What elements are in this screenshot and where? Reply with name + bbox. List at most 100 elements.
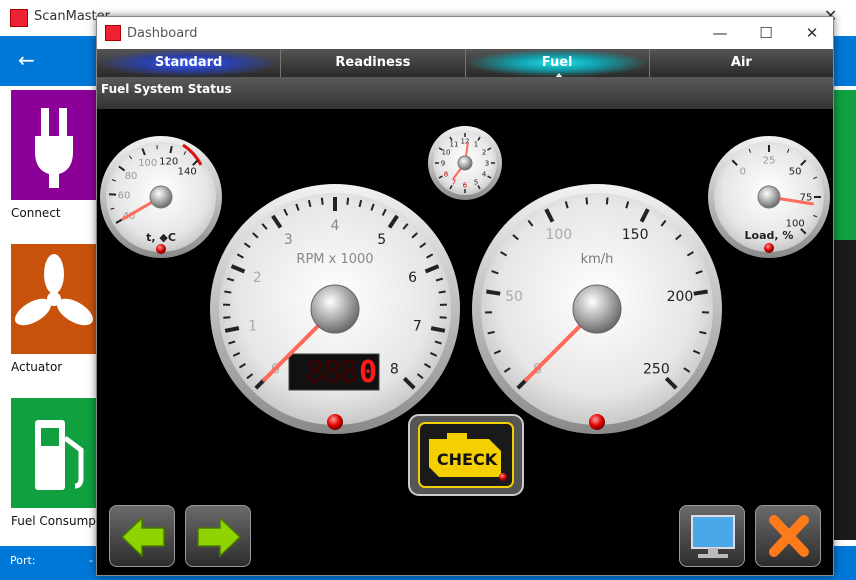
minor-tick	[223, 316, 231, 319]
temperature-led	[156, 244, 166, 254]
load-gauge-label: Load, %	[745, 229, 794, 242]
tick-label: 60	[118, 191, 131, 202]
status-header: Fuel System Status	[97, 77, 833, 109]
tile-actuator-label: Actuator	[11, 360, 63, 374]
tab-readiness[interactable]: Readiness	[281, 49, 466, 77]
tick-label: 50	[505, 289, 523, 305]
minor-tick	[605, 197, 609, 205]
exit-button[interactable]	[755, 505, 821, 567]
tick-label: 100	[138, 158, 157, 169]
major-tick	[693, 289, 708, 296]
tick-label: 8	[390, 361, 399, 377]
tick-label: 6	[408, 270, 417, 286]
tick-label: 150	[622, 227, 649, 243]
close-x-icon	[769, 515, 809, 557]
svg-text:8: 8	[323, 355, 341, 390]
rpm-led	[327, 414, 343, 430]
tick-label: 6	[463, 181, 468, 189]
gauge-panel: 406080100120140 t, ◆C 121234567891011 02…	[100, 126, 830, 496]
load-led	[764, 243, 774, 253]
tick-label: 120	[159, 156, 178, 167]
tick-label: 2	[482, 148, 486, 156]
major-tick	[224, 326, 240, 333]
major-tick	[430, 326, 446, 333]
minor-tick	[224, 290, 232, 294]
tick-label: 100	[786, 219, 805, 230]
tick-label: 4	[482, 170, 487, 178]
tab-air[interactable]: Air	[650, 49, 833, 77]
tick-label: 8	[444, 170, 448, 178]
next-button[interactable]	[185, 505, 251, 567]
bottom-toolbar	[97, 499, 833, 575]
rpm-digital-value: 0	[359, 355, 377, 390]
maximize-icon[interactable]: ☐	[751, 21, 781, 45]
tile-actuator[interactable]	[11, 244, 97, 354]
minor-tick	[346, 197, 350, 205]
minor-tick	[438, 290, 446, 294]
temperature-gauge: 406080100120140 t, ◆C	[100, 136, 222, 258]
previous-button[interactable]	[109, 505, 175, 567]
tick-label: 50	[789, 166, 802, 177]
back-arrow-icon[interactable]: ←	[18, 48, 35, 72]
app-logo-icon	[10, 9, 28, 27]
tab-standard[interactable]: Standard	[97, 49, 282, 77]
tick-label: 3	[284, 232, 293, 248]
window-title: Dashboard	[127, 26, 198, 41]
port-label: Port:	[10, 554, 36, 567]
temperature-gauge-label: t, ◆C	[146, 231, 176, 244]
tick-label: 7	[452, 179, 456, 187]
svg-text:8: 8	[306, 355, 324, 390]
window-logo-icon	[105, 25, 121, 41]
tick-label: 100	[545, 227, 572, 243]
status-title: Fuel System Status	[101, 82, 232, 96]
fuel-pump-icon	[35, 420, 84, 490]
tick-label: 80	[125, 171, 138, 182]
tick-label: 140	[178, 166, 197, 177]
minor-tick	[585, 197, 589, 205]
port-status: Port: -	[10, 554, 93, 567]
plug-icon	[35, 108, 73, 188]
tick-label: 200	[667, 289, 694, 305]
background-right-panel	[834, 90, 856, 540]
tick-label: 25	[763, 156, 776, 167]
dashboard-window: Dashboard — ☐ ✕ Standard Readiness Fuel …	[96, 16, 834, 576]
close-icon[interactable]: ✕	[797, 21, 827, 45]
major-tick	[169, 145, 173, 154]
tick-label: 4	[331, 218, 340, 234]
arrow-left-icon	[120, 516, 165, 558]
speed-gauge-label: km/h	[581, 252, 614, 267]
tile-connect[interactable]	[11, 90, 97, 200]
rpm-gauge: 012345678 RPM x 1000 8 8 8 0	[210, 184, 460, 434]
tick-label: 7	[413, 318, 422, 334]
tab-bar: Standard Readiness Fuel Air	[97, 49, 833, 77]
tick-label: 9	[441, 159, 445, 167]
fan-icon	[14, 254, 94, 326]
port-value: -	[89, 554, 93, 567]
load-gauge: 0255075100 Load, %	[708, 136, 830, 258]
tick-label: 10	[441, 148, 450, 156]
rpm-gauge-label: RPM x 1000	[296, 252, 373, 267]
monitor-icon	[691, 515, 735, 558]
tick-label: 1	[474, 140, 478, 148]
tick-label: 1	[248, 318, 257, 334]
monitor-button[interactable]	[679, 505, 745, 567]
tile-connect-label: Connect	[11, 206, 61, 220]
tick-label: 11	[450, 140, 459, 148]
check-engine-label: CHECK	[437, 450, 498, 469]
speed-gauge: 050100150200250 km/h	[472, 184, 722, 434]
tick-label: 3	[485, 159, 489, 167]
tick-label: 250	[643, 361, 670, 377]
tile-fuel-consumption-label: Fuel Consumpt	[11, 514, 101, 528]
check-engine-light: CHECK	[408, 414, 524, 496]
minor-tick	[439, 316, 447, 319]
speed-led	[589, 414, 605, 430]
tick-label: 5	[474, 179, 478, 187]
tick-label: 5	[377, 232, 386, 248]
tile-fuel-consumption[interactable]	[11, 398, 97, 508]
arrow-right-icon	[197, 516, 242, 558]
minimize-icon[interactable]: —	[705, 21, 735, 45]
major-tick	[486, 289, 501, 296]
svg-text:8: 8	[340, 355, 358, 390]
tick-label: 0	[740, 166, 746, 177]
minor-tick	[320, 197, 324, 205]
